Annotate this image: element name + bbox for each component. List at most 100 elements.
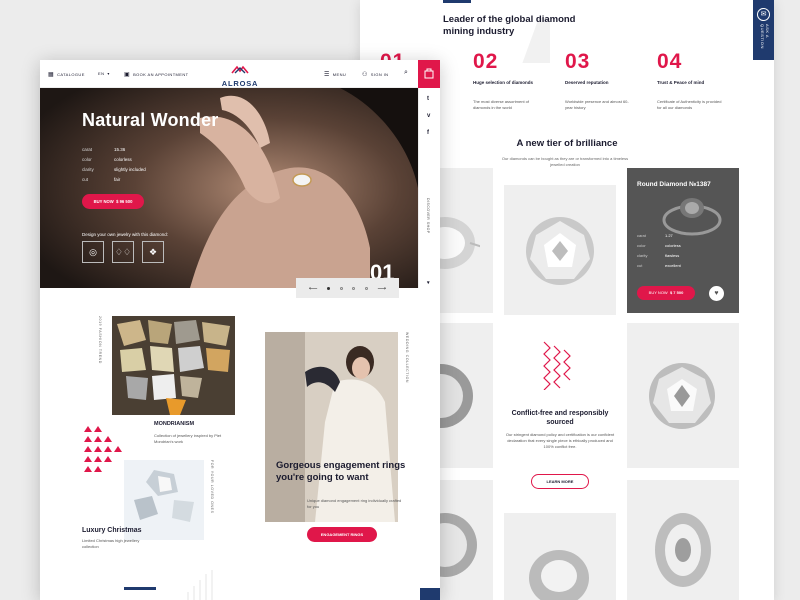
appointment-button[interactable]: ▣ BOOK AN APPOINTMENT [124,71,188,78]
diamond-tile[interactable] [504,513,616,600]
hamburger-icon: ☰ [324,72,330,78]
diamond-tile[interactable] [440,480,493,600]
chevron-down-icon[interactable]: ▾ [427,280,430,286]
discover-shop-label[interactable]: DISCOVER SHOP [426,198,430,234]
mondrianism-desc: Collection of jewellery inspired by Piet… [154,433,222,444]
christmas-title: Luxury Christmas [82,527,142,534]
earrings-icon[interactable]: ♢♢ [112,241,134,263]
spec-value: 15.36 [114,146,126,152]
wedding-desc: Unique diamond engagement ring individua… [307,498,402,509]
spec-key: cut [82,176,89,182]
pager-dot[interactable] [352,286,356,290]
diamond-image [440,513,477,577]
appointment-label: BOOK AN APPOINTMENT [133,72,189,77]
signin-button[interactable]: ⚇ SIGN IN [362,71,388,78]
language-select[interactable]: EN ▾ [98,71,110,76]
user-icon: ⚇ [362,72,368,78]
stat-desc: The most diverse assortment of diamonds … [473,99,530,110]
calendar-icon: ▣ [124,72,131,78]
hero-banner: Natural Wonder carat 15.36 color colorless… [40,88,418,288]
menu-button[interactable]: ☰ MENU [324,71,346,78]
fashion-trend-label: 2019 FASHION TREND [98,316,102,364]
spec-value: 1.27 [665,233,673,238]
arrow-right-icon[interactable]: ⟶ [378,285,387,292]
stat-label: Trust & Peace of mind [657,80,705,85]
chevron-down-icon: ▾ [107,71,110,76]
section-accent-bar [124,587,156,590]
spec-value: colorless [114,156,132,162]
pager-dot[interactable] [364,286,368,290]
catalogue-button[interactable]: ▦ CATALOGUE [48,71,85,78]
arrow-left-icon[interactable]: ⟵ [309,285,318,292]
diamond-image [529,550,589,600]
mondrianism-image[interactable] [112,316,235,415]
stat-label: Huge selection of diamonds [473,80,534,85]
engagement-rings-button[interactable]: ENGAGEMENT RINGS [307,527,377,542]
tier-subtitle: Our diamonds can be bought as they are o… [501,156,629,167]
spec-key: color [82,156,92,162]
diamond-detail-card[interactable]: Round Diamond №1387 carat 1.27 color color… [627,168,739,313]
hero-title: Natural Wonder [82,110,219,130]
hero-specs: carat 15.36 color colorless clarity slightl… [82,144,202,184]
stat-item: 02 Huge selection of diamonds The most d… [473,50,553,111]
spec-row: cut fair [82,174,202,184]
price: $ 96 500 [116,199,133,204]
stripes-decoration [187,570,213,600]
section-accent-bar [443,0,471,3]
bride-photo [265,332,398,522]
stat-item: 03 Deserved reputation Worldwide presenc… [565,50,645,111]
brand-logo[interactable]: ALROSA [218,62,262,88]
hero-buy-button[interactable]: BUY NOW $ 96 500 [82,194,144,209]
jewelry-options: ◎ ♢♢ ❖ [82,241,164,263]
diamond-buy-button[interactable]: BUY NOW $ 7 500 [637,286,695,300]
chat-button[interactable] [420,588,440,600]
diamond-tile[interactable] [627,323,739,468]
spec-value: fair [114,176,121,182]
pendant-icon[interactable]: ❖ [142,241,164,263]
spec-value: slightly included [114,166,146,172]
diamond-tile[interactable] [627,480,739,600]
spec-row: clarity flawless [637,253,732,263]
diamond-tile[interactable] [440,323,493,468]
diamond-card-title: Round Diamond №1387 [637,181,711,188]
heart-icon[interactable]: ♥ [709,286,724,301]
stat-desc: Worldwide presence and almost 60-year hi… [565,99,629,110]
spec-row: clarity slightly included [82,164,202,174]
spec-row: carat 15.36 [82,144,202,154]
diamond-card-specs: carat 1.27 color colorless clarity flawless… [637,233,732,273]
pager-dot[interactable] [339,286,343,290]
spec-row: carat 1.27 [637,233,732,243]
gemstones-image [112,316,235,415]
spec-row: cut excellent [637,263,732,273]
stat-number: 04 [657,50,683,73]
spec-row: color colorless [637,243,732,253]
design-label: Design your own jewelry with this diamon… [82,232,169,237]
ring-image [662,198,722,236]
price: $ 7 500 [669,290,684,295]
diamond-tile[interactable] [440,168,493,313]
wedding-title: Gorgeous engagement rings you're going t… [276,460,406,483]
pager-dot[interactable] [327,286,331,290]
logo-text: ALROSA [221,79,259,88]
ask-question-tab[interactable]: ✉ ASK A QUESTION [753,0,774,60]
wedding-image[interactable] [265,332,398,522]
stat-desc: Certificate of Authenticity is provided … [657,99,722,110]
loved-ones-label: FOR YOUR LOVED ONES [210,460,214,514]
catalogue-label: CATALOGUE [57,72,85,77]
diamond-image [526,217,594,285]
diamond-tile[interactable] [504,185,616,315]
stat-number: 03 [565,50,591,73]
leader-title: Leader of the global diamond mining indu… [443,14,576,37]
bag-icon [424,68,434,79]
twitter-icon[interactable]: t [427,96,429,102]
logo-mark-icon [231,65,249,74]
wedding-collection-label: WEDDING COLLECTION [405,332,409,384]
facebook-icon[interactable]: f [427,130,429,136]
search-icon[interactable]: ⌕ [404,69,408,77]
cart-button[interactable] [418,60,440,88]
vimeo-icon[interactable]: v [427,113,430,119]
ring-icon[interactable]: ◎ [82,241,104,263]
learn-more-button[interactable]: LEARN MORE [531,474,589,489]
diamond-image [440,217,480,269]
diamond-image [440,364,473,428]
